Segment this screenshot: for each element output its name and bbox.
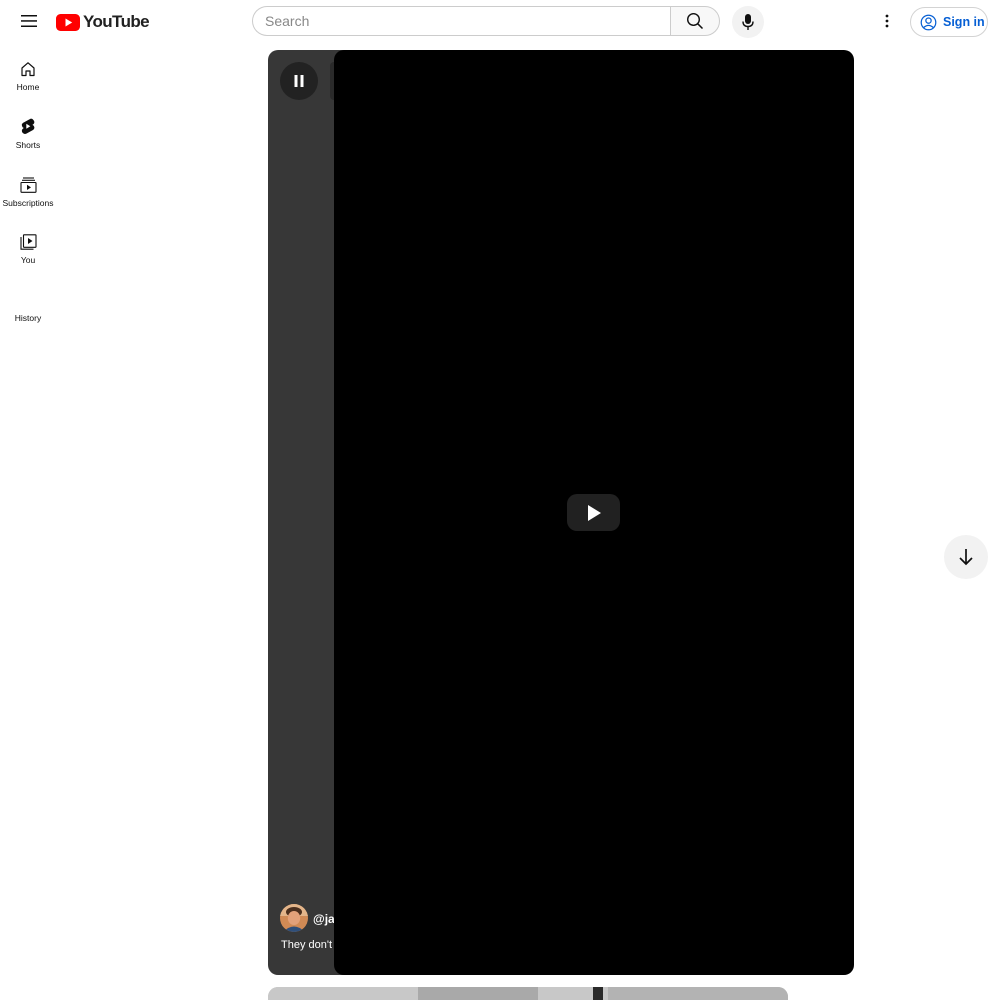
search-input[interactable] (253, 7, 670, 35)
sidebar-item-label: History (14, 313, 42, 323)
sign-in-label: Sign in (943, 15, 985, 29)
channel-name[interactable]: @jan (313, 912, 334, 926)
mic-icon (742, 14, 754, 30)
play-icon (587, 504, 601, 521)
youtube-logo-icon (56, 13, 80, 31)
next-short-thumbnail (268, 987, 788, 1000)
you-icon (19, 234, 37, 250)
shorts-icon (21, 118, 35, 134)
hamburger-icon (21, 15, 37, 27)
play-button[interactable] (567, 494, 620, 531)
more-vert-icon (885, 14, 889, 28)
pause-button[interactable] (280, 62, 318, 100)
home-icon (21, 62, 35, 77)
sidebar-item-subscriptions[interactable]: Subscriptions (0, 177, 56, 208)
search-icon (686, 12, 704, 30)
sidebar-item-history[interactable]: History (0, 308, 56, 323)
logo-text: YouTube (83, 12, 150, 31)
menu-button[interactable] (16, 8, 42, 34)
sidebar-item-label: Subscriptions (2, 198, 54, 208)
sidebar-item-label: Shorts (15, 140, 41, 150)
youtube-logo[interactable]: YouTube (56, 11, 150, 33)
account-circle-icon (920, 14, 937, 30)
voice-search-button[interactable] (732, 6, 764, 38)
next-short-preview[interactable] (268, 987, 788, 1000)
sidebar-item-label: Home (16, 82, 40, 92)
sign-in-button[interactable]: Sign in (910, 7, 988, 37)
sidebar-item-shorts[interactable]: Shorts (0, 118, 56, 150)
channel-avatar[interactable] (280, 904, 308, 932)
arrow-down-icon (959, 549, 973, 566)
search-field[interactable] (252, 6, 670, 36)
sidebar-item-you[interactable]: You (0, 234, 56, 265)
sidebar-item-label: You (20, 255, 36, 265)
pause-icon (294, 75, 304, 87)
short-caption: They don't (281, 939, 333, 951)
avatar-image (280, 904, 308, 932)
more-options-button[interactable] (876, 10, 898, 32)
sidebar-item-home[interactable]: Home (0, 61, 56, 92)
subscriptions-icon (19, 177, 37, 193)
search-button[interactable] (670, 6, 720, 36)
next-short-button[interactable] (944, 535, 988, 579)
